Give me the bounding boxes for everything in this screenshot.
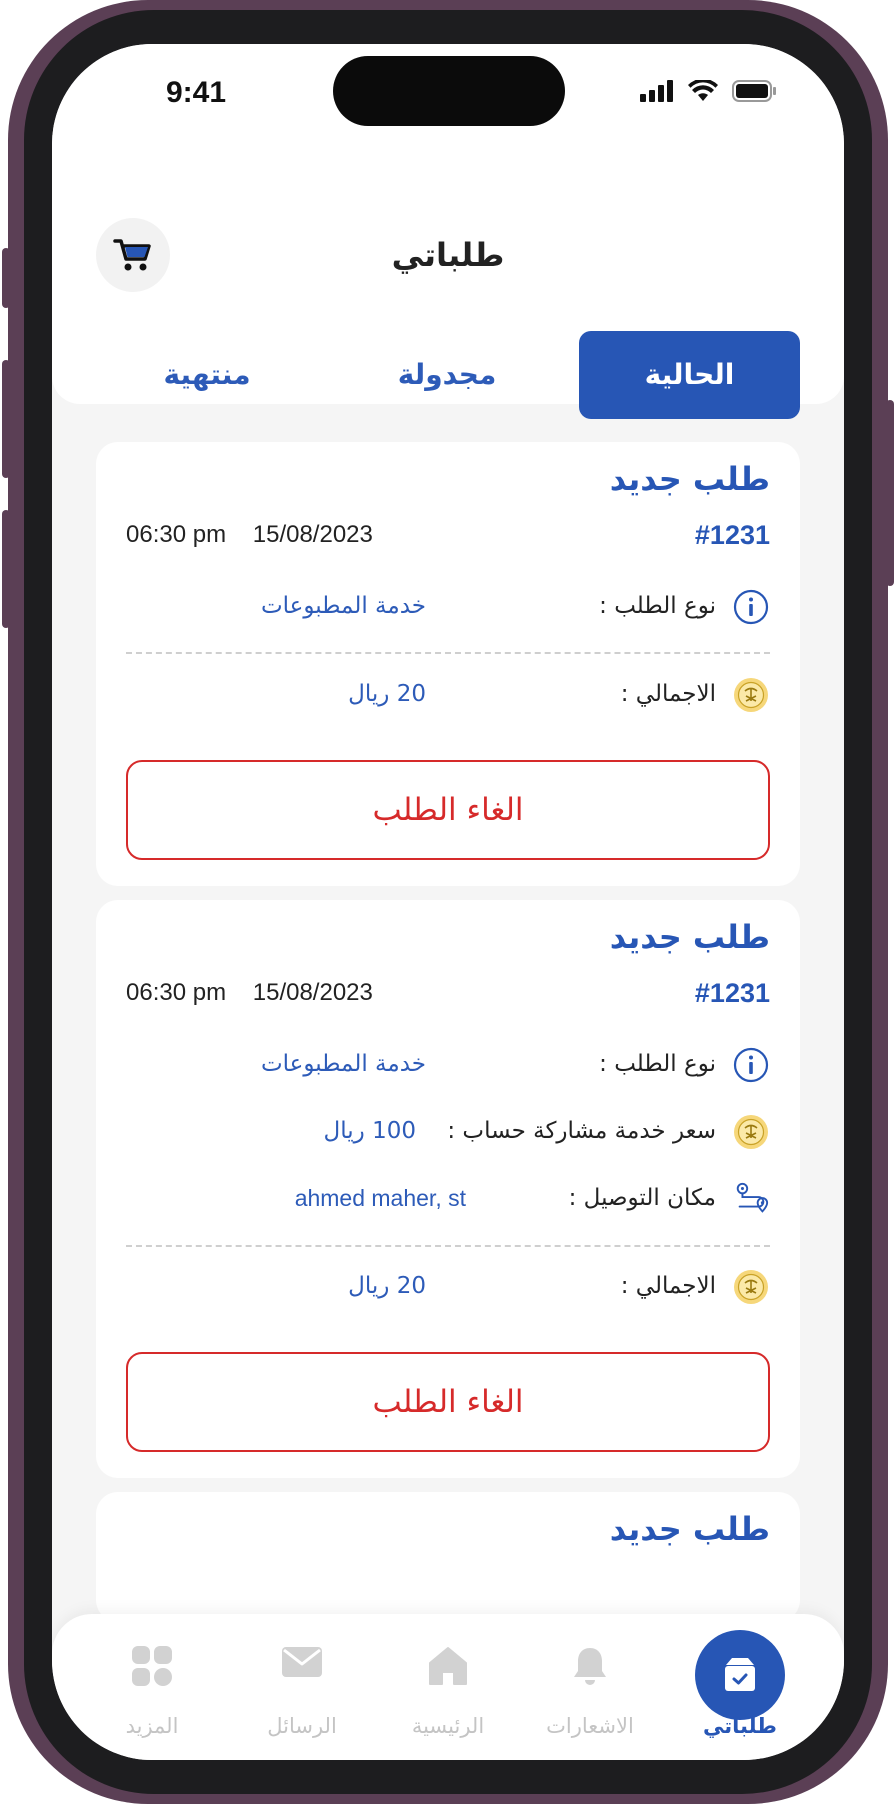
tab-finished[interactable]: منتهية: [112, 331, 302, 419]
total-value: 20 ريال: [348, 681, 426, 707]
order-date: 15/08/2023: [252, 521, 373, 548]
tab-scheduled[interactable]: مجدولة: [352, 331, 542, 419]
order-id: #1231: [694, 520, 770, 550]
order-title: طلب جديد: [609, 918, 770, 956]
order-time: 06:30 pm: [126, 979, 227, 1006]
side-button-left-1: [2, 248, 10, 308]
nav-label: طلباتي: [703, 1714, 777, 1738]
dynamic-island: [333, 56, 565, 126]
side-button-left-3: [2, 510, 10, 628]
order-type-label: نوع الطلب :: [599, 1051, 716, 1077]
nav-my-orders[interactable]: طلباتي: [670, 1614, 810, 1760]
screen: 9:41 طلباتي الحالية مجدولة منتهية طلب جد…: [52, 44, 844, 1760]
nav-messages[interactable]: الرسائل: [232, 1614, 372, 1760]
nav-label: الرئيسية: [411, 1714, 485, 1738]
order-card-1: طلب جديد #1231 06:30 pm 15/08/2023 نوع ا…: [96, 442, 800, 886]
cancel-order-button[interactable]: الغاء الطلب: [126, 760, 770, 860]
route-location-icon: [732, 1180, 770, 1218]
status-bar: 9:41: [52, 44, 844, 154]
order-card-2: طلب جديد #1231 06:30 pm 15/08/2023 نوع ا…: [96, 900, 800, 1478]
side-button-right: [886, 400, 894, 586]
signal-icon: [640, 80, 673, 102]
delivery-location-value: ahmed maher, st: [294, 1185, 466, 1211]
order-type-label: نوع الطلب :: [599, 593, 716, 619]
info-icon: [732, 1046, 770, 1084]
delivery-location-label: مكان التوصيل :: [568, 1185, 716, 1211]
order-datetime: 06:30 pm 15/08/2023: [126, 979, 373, 1007]
divider: [126, 1245, 770, 1247]
coin-icon: [732, 1113, 770, 1151]
cancel-order-button[interactable]: الغاء الطلب: [126, 1352, 770, 1452]
coin-icon: [732, 1268, 770, 1306]
order-title: طلب جديد: [609, 460, 770, 498]
coin-icon: [732, 676, 770, 714]
service-price-value: 100 ريال: [323, 1118, 416, 1144]
nav-more[interactable]: المزيد: [82, 1614, 222, 1760]
order-time: 06:30 pm: [126, 521, 227, 548]
order-card-3: طلب جديد: [96, 1492, 800, 1622]
tab-current[interactable]: الحالية: [579, 331, 800, 419]
page-title: طلباتي: [391, 236, 505, 274]
order-date: 15/08/2023: [252, 979, 373, 1006]
bell-icon: [574, 1648, 606, 1685]
home-icon: [429, 1647, 467, 1685]
order-datetime: 06:30 pm 15/08/2023: [126, 521, 373, 549]
order-type-value: خدمة المطبوعات: [260, 1051, 426, 1077]
side-button-left-2: [2, 360, 10, 478]
status-icons: [640, 80, 778, 102]
nav-label: الاشعارات: [546, 1714, 634, 1738]
total-label: الاجمالي :: [620, 681, 716, 707]
service-price-label: سعر خدمة مشاركة حساب :: [447, 1118, 716, 1144]
box-icon: [725, 1658, 755, 1691]
status-time: 9:41: [166, 76, 227, 109]
battery-icon: [732, 80, 776, 102]
header: طلباتي الحالية مجدولة منتهية: [52, 154, 844, 419]
grid-icon: [132, 1646, 172, 1686]
order-type-value: خدمة المطبوعات: [260, 593, 426, 619]
total-label: الاجمالي :: [620, 1273, 716, 1299]
nav-active-indicator: [695, 1630, 785, 1720]
order-id: #1231: [694, 978, 770, 1008]
order-title: طلب جديد: [609, 1510, 770, 1548]
wifi-icon: [688, 80, 718, 101]
info-icon: [732, 588, 770, 626]
bottom-nav: طلباتي الاشعارات الرئيسية الرسائل المزيد: [52, 1614, 844, 1760]
nav-notifications[interactable]: الاشعارات: [520, 1614, 660, 1760]
nav-home[interactable]: الرئيسية: [378, 1614, 518, 1760]
nav-label: الرسائل: [267, 1714, 337, 1738]
mail-icon: [282, 1647, 322, 1677]
nav-label: المزيد: [125, 1714, 179, 1738]
divider: [126, 652, 770, 654]
total-value: 20 ريال: [348, 1273, 426, 1299]
